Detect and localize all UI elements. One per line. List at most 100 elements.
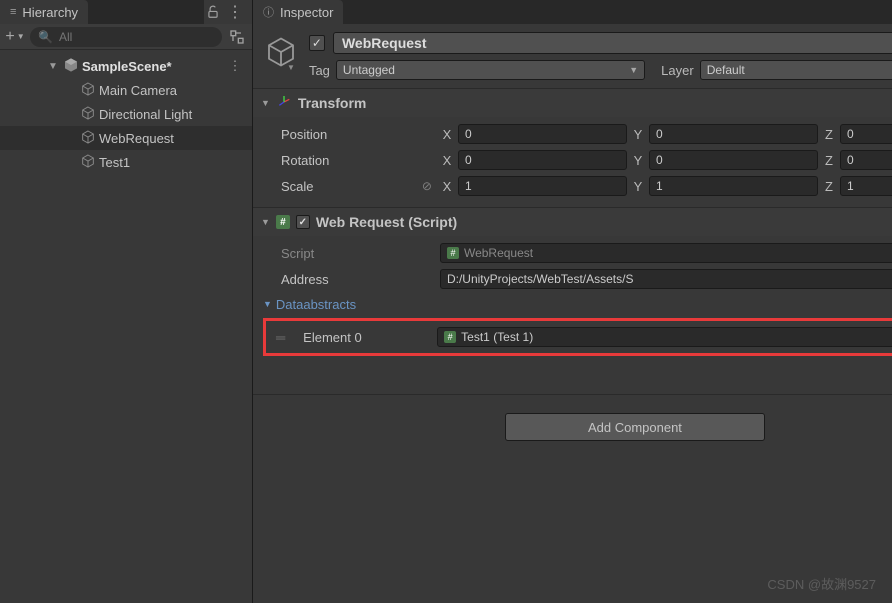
kebab-menu-icon[interactable]: ⋮ <box>226 3 244 21</box>
hierarchy-toolbar: + ▼ 🔍 <box>0 24 252 50</box>
search-input[interactable] <box>59 30 214 44</box>
x-label: X <box>440 127 454 142</box>
position-z-input[interactable] <box>840 124 892 144</box>
gameobject-icon <box>80 81 96 100</box>
scale-y-input[interactable] <box>649 176 818 196</box>
chevron-down-icon[interactable]: ▼ <box>261 217 270 227</box>
enabled-checkbox[interactable]: ✓ <box>309 35 325 51</box>
webrequest-title: Web Request (Script) <box>316 214 457 230</box>
scale-label: Scale ⊘ <box>281 179 436 194</box>
chevron-down-icon[interactable]: ▼ <box>261 98 270 108</box>
gameobject-icon[interactable]: ▼ <box>261 32 301 72</box>
scene-hierarchy-icon[interactable] <box>228 28 246 46</box>
scene-name: SampleScene* <box>82 59 172 74</box>
rotation-y-input[interactable] <box>649 150 818 170</box>
inspector-tab-label: Inspector <box>280 5 333 20</box>
position-y-input[interactable] <box>649 124 818 144</box>
x-label: X <box>440 153 454 168</box>
scale-x-input[interactable] <box>458 176 627 196</box>
script-label: Script <box>281 246 436 261</box>
script-field[interactable]: # WebRequest ⊙ <box>440 243 892 263</box>
script-value: WebRequest <box>464 246 533 260</box>
element0-highlight: ═ Element 0 # Test1 (Test 1) ⊙ <box>263 318 892 356</box>
gameobject-icon <box>80 153 96 172</box>
position-label: Position <box>281 127 436 142</box>
script-icon: # <box>447 247 459 259</box>
layer-dropdown[interactable]: Default ▼ <box>700 60 892 80</box>
inspector-tab[interactable]: ⓘ Inspector <box>253 0 343 24</box>
address-input[interactable] <box>440 269 892 289</box>
rotation-row: Rotation X Y Z <box>281 147 892 173</box>
info-icon: ⓘ <box>263 4 274 20</box>
item-label: WebRequest <box>99 131 174 146</box>
gameobject-icon <box>80 129 96 148</box>
drag-handle-icon[interactable]: ═ <box>270 330 289 345</box>
y-label: Y <box>631 153 645 168</box>
hierarchy-tab-bar: ≡ Hierarchy ⋮ <box>0 0 252 24</box>
element0-label: Element 0 <box>297 330 429 345</box>
constrain-icon[interactable]: ⊘ <box>422 179 432 193</box>
webrequest-component: ▼ # ✓ Web Request (Script) ? ⇄ ⋮ Script … <box>253 208 892 395</box>
z-label: Z <box>822 153 836 168</box>
hierarchy-tab-label: Hierarchy <box>22 5 78 20</box>
kebab-menu-icon[interactable]: ⋮ <box>226 57 244 75</box>
inspector-tab-bar: ⓘ Inspector ⋮ <box>253 0 892 24</box>
chevron-down-icon: ▼ <box>17 32 25 41</box>
chevron-down-icon[interactable]: ▼ <box>263 299 272 309</box>
script-icon: # <box>444 331 456 343</box>
hierarchy-tree: ▼ SampleScene* ⋮ Main Camera Directional… <box>0 50 252 178</box>
inspector-panel: ⓘ Inspector ⋮ ▼ ✓ Static ▼ Tag <box>253 0 892 603</box>
gameobject-icon <box>80 105 96 124</box>
transform-component: ▼ Transform ? ⇄ ⋮ Position X Y Z Rotatio… <box>253 89 892 208</box>
transform-title: Transform <box>298 95 366 111</box>
layer-label: Layer <box>661 63 694 78</box>
element0-field[interactable]: # Test1 (Test 1) ⊙ <box>437 327 892 347</box>
y-label: Y <box>631 127 645 142</box>
rotation-x-input[interactable] <box>458 150 627 170</box>
array-label: Dataabstracts <box>276 297 356 312</box>
hierarchy-item[interactable]: Main Camera <box>0 78 252 102</box>
hierarchy-item[interactable]: Test1 <box>0 150 252 174</box>
add-button[interactable]: + ▼ <box>6 28 24 46</box>
scale-z-input[interactable] <box>840 176 892 196</box>
tag-dropdown[interactable]: Untagged ▼ <box>336 60 645 80</box>
transform-header[interactable]: ▼ Transform ? ⇄ ⋮ <box>253 89 892 117</box>
position-x-input[interactable] <box>458 124 627 144</box>
webrequest-header[interactable]: ▼ # ✓ Web Request (Script) ? ⇄ ⋮ <box>253 208 892 236</box>
script-row: Script # WebRequest ⊙ <box>281 240 892 266</box>
transform-icon <box>276 94 292 113</box>
scale-row: Scale ⊘ X Y Z <box>281 173 892 199</box>
chevron-down-icon[interactable]: ▼ <box>48 61 60 72</box>
rotation-z-input[interactable] <box>840 150 892 170</box>
scene-row[interactable]: ▼ SampleScene* ⋮ <box>0 54 252 78</box>
script-icon: # <box>276 215 290 229</box>
tag-value: Untagged <box>343 63 395 77</box>
scene-icon <box>63 57 79 76</box>
search-field[interactable]: 🔍 <box>30 27 222 47</box>
component-enabled-checkbox[interactable]: ✓ <box>296 215 310 229</box>
inspector-header: ▼ ✓ Static ▼ Tag Untagged ▼ Layer <box>253 24 892 89</box>
hierarchy-item[interactable]: Directional Light <box>0 102 252 126</box>
add-component-button[interactable]: Add Component <box>505 413 765 441</box>
rotation-label: Rotation <box>281 153 436 168</box>
element0-value: Test1 (Test 1) <box>461 330 533 344</box>
address-row: Address <box>281 266 892 292</box>
unlock-icon[interactable] <box>204 3 222 21</box>
hierarchy-item-selected[interactable]: WebRequest <box>0 126 252 150</box>
object-name-input[interactable] <box>333 32 892 54</box>
hierarchy-tab[interactable]: ≡ Hierarchy <box>0 0 88 24</box>
hierarchy-panel: ≡ Hierarchy ⋮ + ▼ 🔍 ▼ SampleScene* ⋮ Mai… <box>0 0 253 603</box>
item-label: Test1 <box>99 155 130 170</box>
array-buttons: + − <box>281 362 892 386</box>
hierarchy-tab-actions: ⋮ <box>204 0 252 24</box>
dataabstracts-header[interactable]: ▼ Dataabstracts <box>263 292 892 316</box>
plus-icon: + <box>5 28 14 46</box>
item-label: Main Camera <box>99 83 177 98</box>
position-row: Position X Y Z <box>281 121 892 147</box>
z-label: Z <box>822 127 836 142</box>
tag-label: Tag <box>309 63 330 78</box>
x-label: X <box>440 179 454 194</box>
chevron-down-icon: ▼ <box>287 63 295 72</box>
item-label: Directional Light <box>99 107 192 122</box>
watermark: CSDN @故渊9527 <box>767 574 876 593</box>
